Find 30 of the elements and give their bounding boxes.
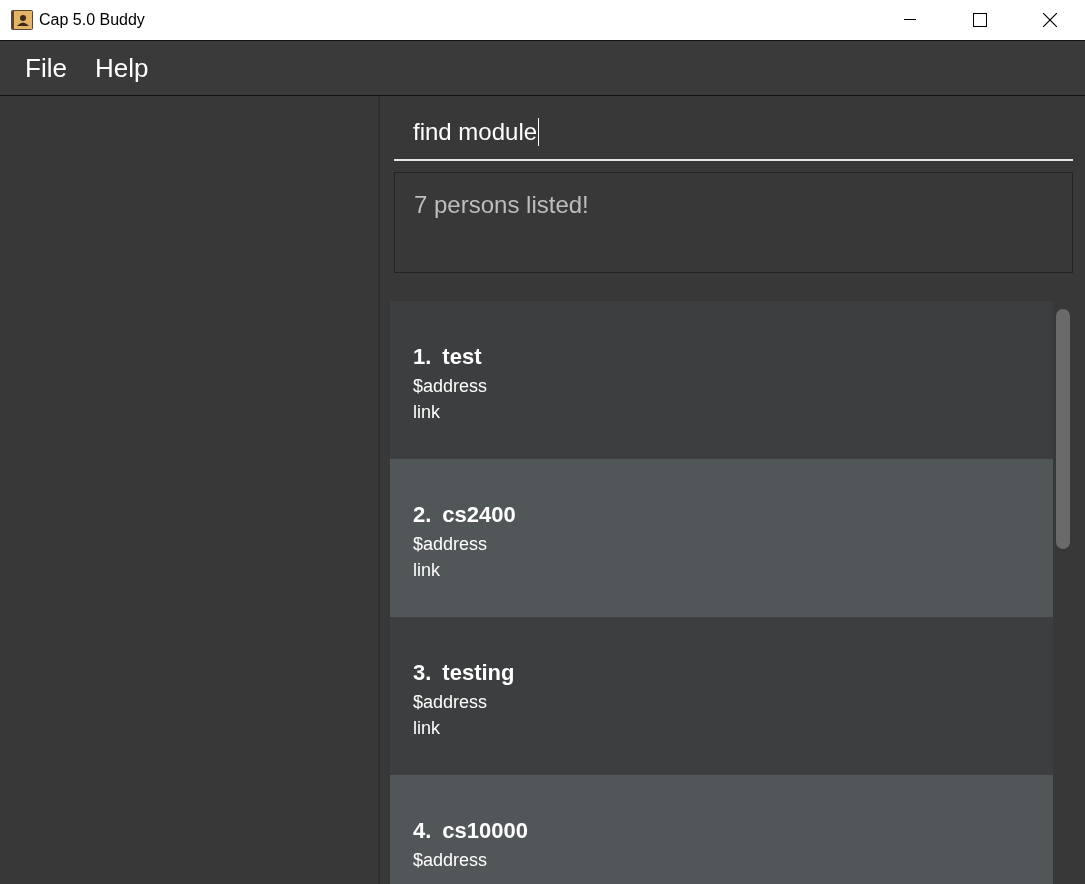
item-name: cs10000 <box>442 817 528 845</box>
minimize-icon <box>904 19 916 21</box>
list-card[interactable]: 3. testing $address link <box>390 617 1053 775</box>
menu-item[interactable]: File <box>13 48 79 88</box>
item-detail: $address <box>413 533 489 556</box>
item-name: testing <box>442 659 515 687</box>
item-index: 1. <box>413 343 432 371</box>
item-name: test <box>442 343 482 371</box>
item-index: 2. <box>413 501 432 529</box>
list-card[interactable]: 1. test $address link <box>390 301 1053 459</box>
item-index: 4. <box>413 817 432 845</box>
list-card[interactable]: 4. cs10000 $address <box>390 775 1053 884</box>
scrollbar-thumb[interactable] <box>1056 309 1070 549</box>
item-detail: $address <box>413 849 489 872</box>
item-detail: $address <box>413 375 489 398</box>
item-detail: link <box>413 401 441 424</box>
menu-item[interactable]: Help <box>82 48 161 88</box>
command-field[interactable]: find module <box>394 104 1073 161</box>
app-person-icon <box>11 10 33 30</box>
item-index: 3. <box>413 659 432 687</box>
maximize-icon <box>973 13 987 27</box>
result-message: 7 persons listed! <box>414 191 589 218</box>
list-card[interactable]: 2. cs2400 $address link <box>390 459 1053 617</box>
item-detail: link <box>413 717 441 740</box>
item-name: cs2400 <box>442 501 516 529</box>
item-detail: $address <box>413 691 489 714</box>
window-title: Cap 5.0 Buddy <box>39 10 145 30</box>
command-text: find module <box>413 116 538 147</box>
item-detail: link <box>413 559 441 582</box>
close-icon <box>1043 13 1057 27</box>
